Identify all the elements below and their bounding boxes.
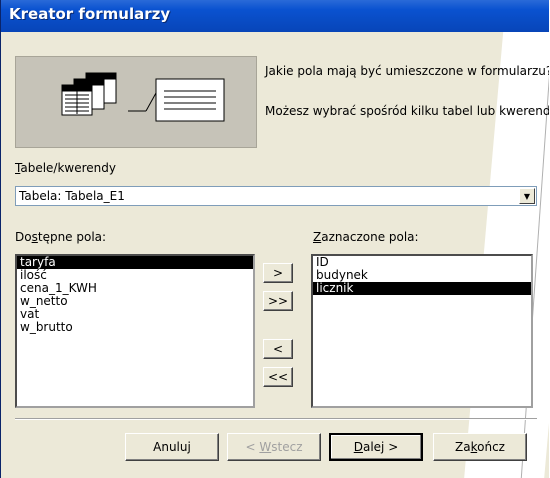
list-item[interactable]: taryfa <box>17 256 253 269</box>
list-item[interactable]: w_brutto <box>17 321 253 334</box>
list-item[interactable]: w_netto <box>17 295 253 308</box>
available-fields-list[interactable]: taryfa ilość cena_1_KWH w_netto vat w_brutto <box>15 254 255 408</box>
cancel-button[interactable]: Anuluj <box>125 433 219 461</box>
dropdown-arrow-icon[interactable]: ▼ <box>519 188 535 204</box>
separator <box>15 418 537 420</box>
window-title: Kreator formularzy <box>9 5 171 23</box>
title-bar[interactable]: Kreator formularzy <box>1 0 549 32</box>
table-query-dropdown[interactable]: Tabela: Tabela_E1 ▼ <box>15 186 537 206</box>
back-button[interactable]: < Wstecz <box>227 433 321 461</box>
available-fields-label: Dostępne pola: <box>15 230 107 244</box>
prompt-line-2: Możesz wybrać spośród kilku tabel lub kw… <box>265 104 549 118</box>
remove-field-button[interactable]: < <box>263 339 293 359</box>
selected-fields-label: Zaznaczone pola: <box>313 230 419 244</box>
add-all-fields-button[interactable]: >> <box>263 291 293 311</box>
form-wizard-window: Kreator formularzy Jakie pola mają być u… <box>0 0 549 478</box>
wizard-illustration <box>15 56 257 148</box>
finish-button[interactable]: Zakończ <box>433 433 527 461</box>
dropdown-value: Tabela: Tabela_E1 <box>19 189 125 203</box>
tables-queries-label: Tabele/kwerendy <box>15 161 116 175</box>
remove-all-fields-button[interactable]: << <box>263 367 293 387</box>
selected-fields-list[interactable]: ID budynek licznik <box>311 254 533 408</box>
add-field-button[interactable]: > <box>263 263 293 283</box>
list-item[interactable]: licznik <box>313 282 531 295</box>
next-button[interactable]: Dalej > <box>329 433 423 461</box>
tables-to-form-icon <box>61 72 225 122</box>
prompt-line-1: Jakie pola mają być umieszczone w formul… <box>265 64 549 78</box>
